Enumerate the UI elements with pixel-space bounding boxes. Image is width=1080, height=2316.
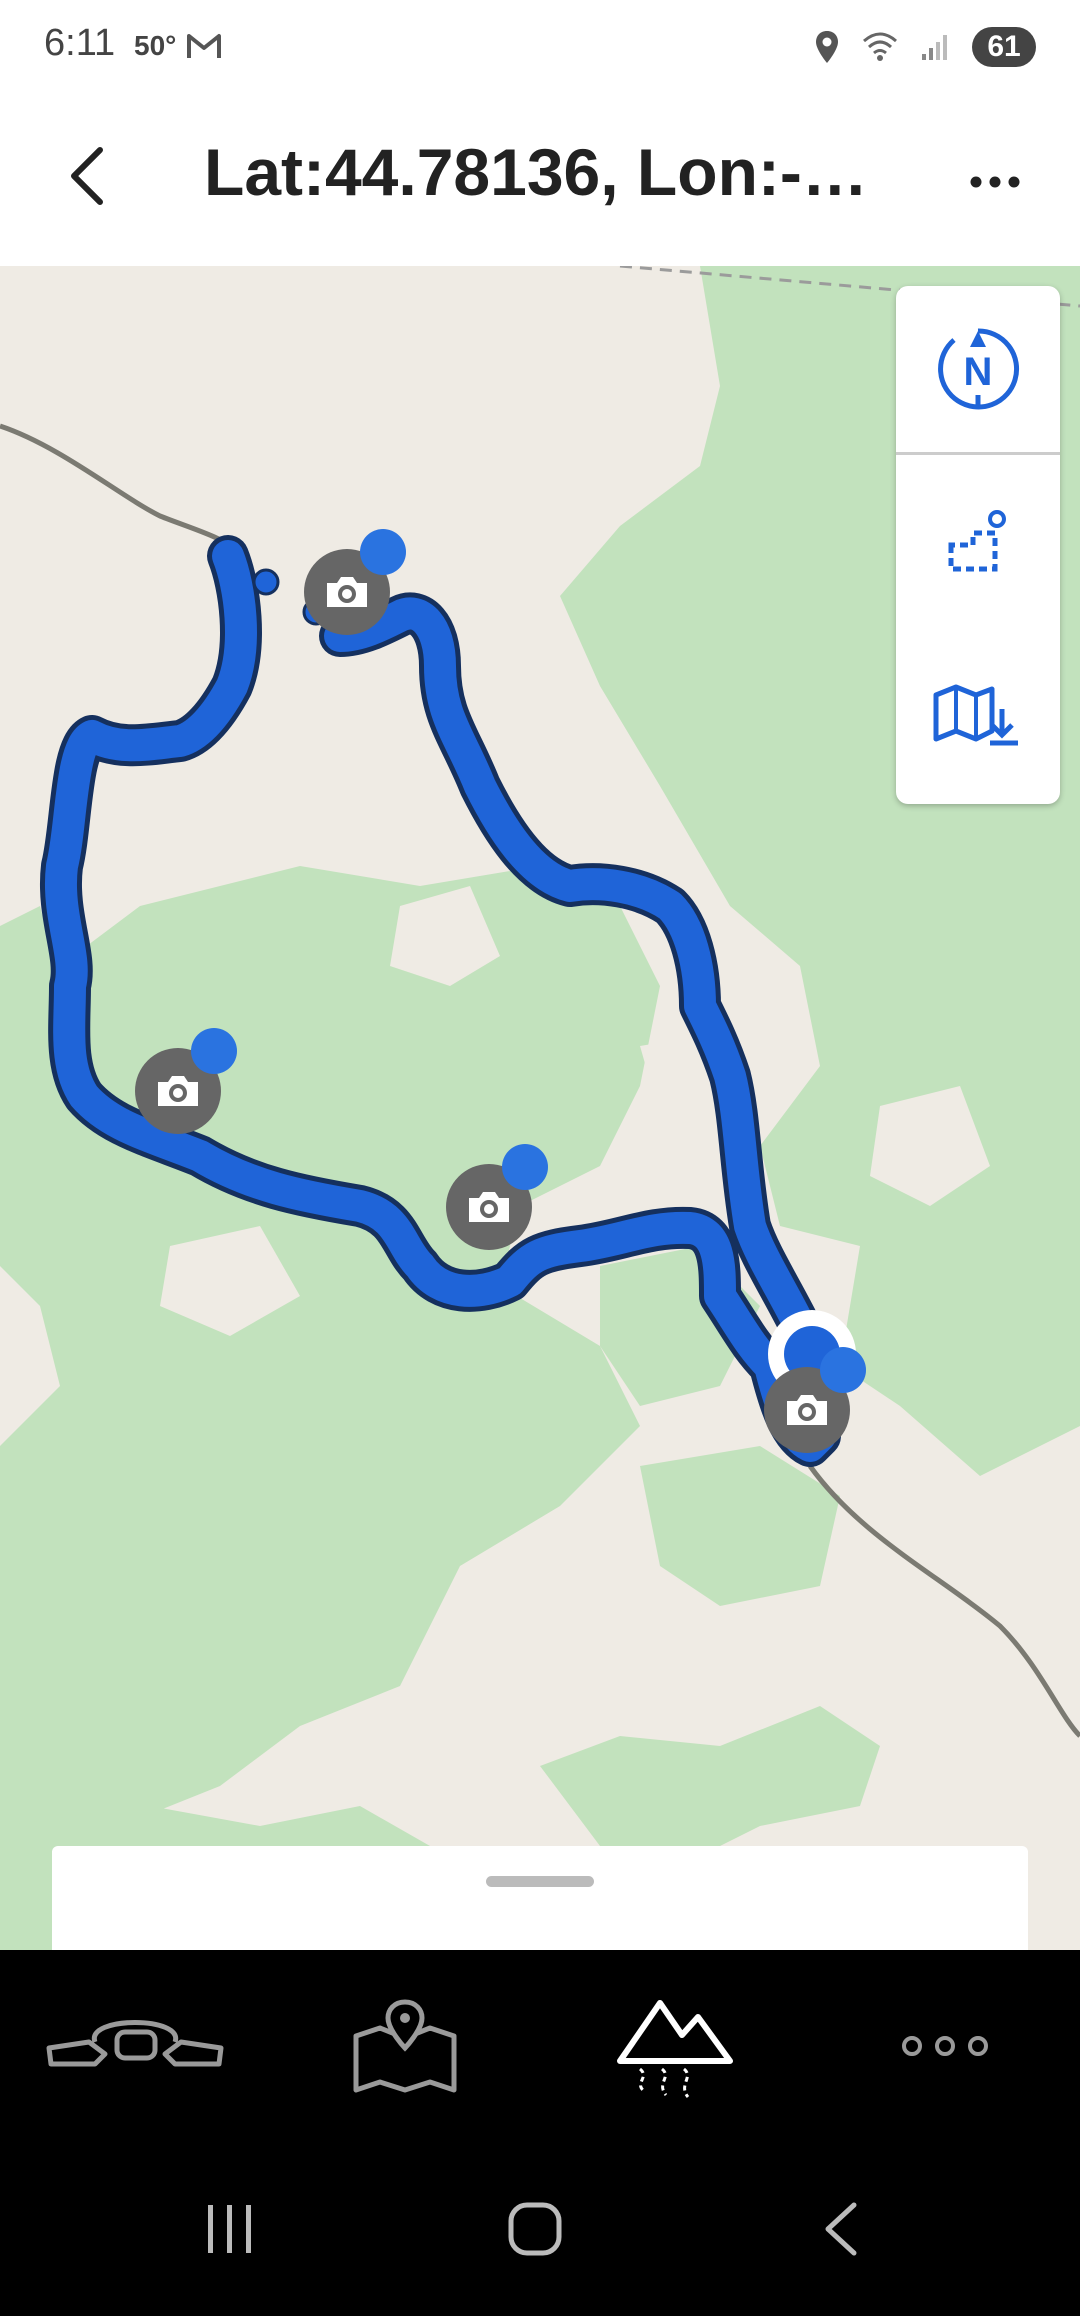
status-time: 6:11 [44, 22, 116, 64]
svg-text:N: N [964, 350, 993, 394]
gmail-icon [187, 34, 221, 58]
home-button[interactable] [475, 2142, 595, 2316]
compass-button[interactable]: N [896, 286, 1060, 452]
back-arrow-icon [71, 147, 103, 205]
photo-marker[interactable] [446, 1144, 566, 1254]
wifi-icon [863, 32, 897, 61]
bottom-sheet[interactable] [52, 1846, 1028, 1950]
camera-icon [787, 1395, 827, 1425]
more-options-button[interactable] [960, 152, 1030, 212]
more-options-icon [970, 176, 1020, 188]
home-icon [508, 2202, 562, 2256]
map-controls-panel: N [896, 286, 1060, 804]
route-dot [252, 568, 280, 596]
compass-north-icon: N [938, 328, 1020, 410]
status-right-icons: 61 [814, 22, 1036, 72]
bottom-navigation [0, 1950, 1080, 2142]
more-dots-icon [902, 2036, 988, 2056]
page-title: Lat:44.78136, Lon:-… [204, 135, 868, 209]
nav-motorcycle[interactable] [30, 1950, 240, 2142]
trails-mountain-icon [617, 2000, 733, 2098]
status-bar: 6:11 50° 61 [0, 0, 1080, 96]
back-icon [825, 2202, 857, 2256]
road-south [807, 1464, 1080, 1738]
camera-icon [158, 1076, 198, 1106]
recents-icon [208, 2205, 251, 2253]
signal-icon [922, 35, 947, 60]
nav-trails[interactable] [570, 1950, 780, 2142]
camera-icon [469, 1192, 509, 1222]
map-pin-icon [353, 1999, 457, 2093]
battery-indicator: 61 [972, 27, 1036, 67]
road-north [0, 423, 242, 554]
route-edit-icon [948, 510, 1006, 572]
offline-map-button[interactable] [896, 625, 1060, 804]
nav-map[interactable] [300, 1950, 510, 2142]
status-temperature: 50° [134, 30, 177, 61]
route-edit-button[interactable] [896, 455, 1060, 625]
camera-icon [327, 577, 367, 607]
photo-marker[interactable] [764, 1347, 884, 1457]
back-button[interactable] [56, 138, 116, 214]
system-back-button[interactable] [780, 2142, 900, 2316]
photo-marker[interactable] [304, 529, 424, 639]
motorcycle-icon [46, 2020, 224, 2067]
offline-map-download-icon [933, 684, 1018, 745]
nav-more[interactable] [840, 1950, 1050, 2142]
system-navigation-bar [0, 2142, 1080, 2316]
location-icon [816, 31, 838, 63]
app-header: Lat:44.78136, Lon:-… [0, 96, 1080, 266]
sheet-drag-handle[interactable] [486, 1876, 594, 1887]
photo-marker[interactable] [135, 1028, 255, 1138]
recents-button[interactable] [170, 2142, 290, 2316]
